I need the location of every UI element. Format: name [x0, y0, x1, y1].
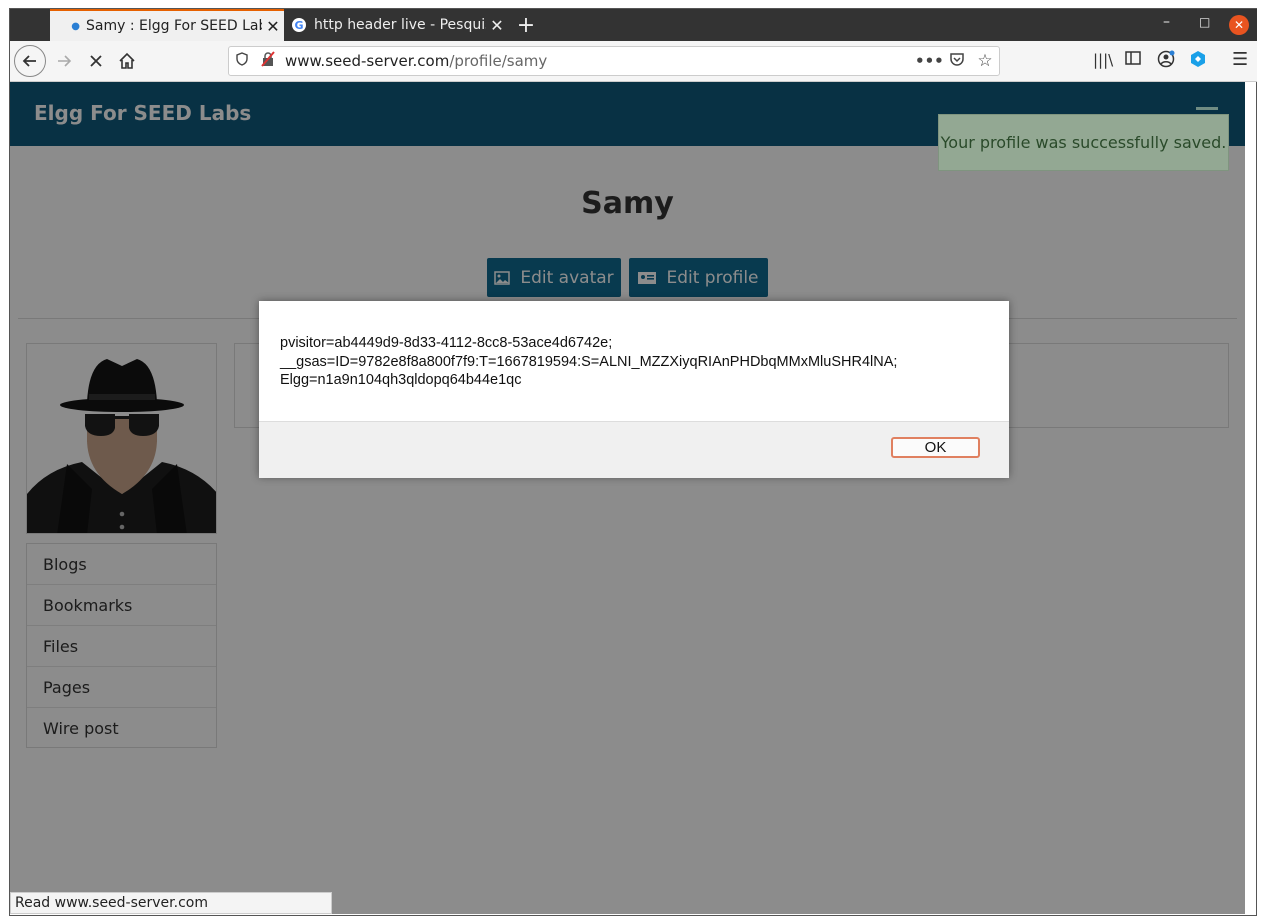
loading-dot-icon: ●	[71, 20, 80, 32]
library-icon[interactable]: |||\	[1093, 51, 1113, 69]
tab-title: Samy : Elgg For SEED Labs	[86, 18, 262, 34]
close-window-icon[interactable]: ✕	[1229, 15, 1249, 35]
stop-icon	[90, 55, 102, 67]
pocket-icon[interactable]	[943, 51, 971, 71]
forward-button[interactable]	[48, 45, 80, 77]
extension-icon[interactable]	[1189, 50, 1207, 72]
insecure-lock-icon[interactable]	[255, 51, 281, 71]
new-tab-button[interactable]: +	[508, 9, 544, 41]
url-host: www.seed-server.com	[285, 52, 450, 70]
url-text: www.seed-server.com/profile/samy	[281, 52, 547, 70]
url-bar[interactable]: www.seed-server.com/profile/samy ••• ☆	[228, 46, 1000, 76]
svg-text:G: G	[294, 19, 303, 32]
tab-samy[interactable]: ● Samy : Elgg For SEED Labs ✕	[50, 9, 284, 41]
home-button[interactable]	[111, 45, 143, 77]
modal-overlay	[10, 82, 1245, 914]
stop-button[interactable]	[80, 45, 112, 77]
back-arrow-icon	[22, 55, 36, 67]
alert-footer: OK	[259, 421, 1009, 478]
tab-http-header[interactable]: G http header live - Pesquisa ✕	[284, 9, 508, 41]
minimize-icon[interactable]: –	[1163, 14, 1170, 30]
ok-button[interactable]: OK	[891, 437, 980, 458]
forward-arrow-icon	[58, 55, 72, 67]
status-bar: Read www.seed-server.com	[10, 892, 332, 914]
sidebar-icon[interactable]	[1125, 50, 1141, 70]
tab-bar: ● Samy : Elgg For SEED Labs ✕ G http hea…	[10, 9, 1257, 41]
close-tab-icon[interactable]: ✕	[486, 16, 508, 35]
success-message[interactable]: Your profile was successfully saved.	[938, 114, 1229, 171]
back-button[interactable]	[14, 45, 46, 77]
alert-dialog: pvisitor=ab4449d9-8d33-4112-8cc8-53ace4d…	[259, 301, 1009, 478]
bookmark-star-icon[interactable]: ☆	[971, 51, 999, 71]
google-icon: G	[284, 17, 314, 33]
hamburger-menu-icon[interactable]: ☰	[1232, 49, 1248, 70]
alert-message: pvisitor=ab4449d9-8d33-4112-8cc8-53ace4d…	[280, 335, 898, 388]
tab-title: http header live - Pesquisa	[314, 17, 486, 33]
maximize-icon[interactable]: □	[1199, 15, 1210, 29]
account-icon[interactable]	[1157, 50, 1175, 72]
home-icon	[119, 52, 135, 69]
page-actions-icon[interactable]: •••	[915, 52, 944, 70]
shield-icon[interactable]	[229, 52, 255, 70]
close-tab-icon[interactable]: ✕	[262, 17, 284, 36]
url-path: /profile/samy	[449, 52, 548, 70]
